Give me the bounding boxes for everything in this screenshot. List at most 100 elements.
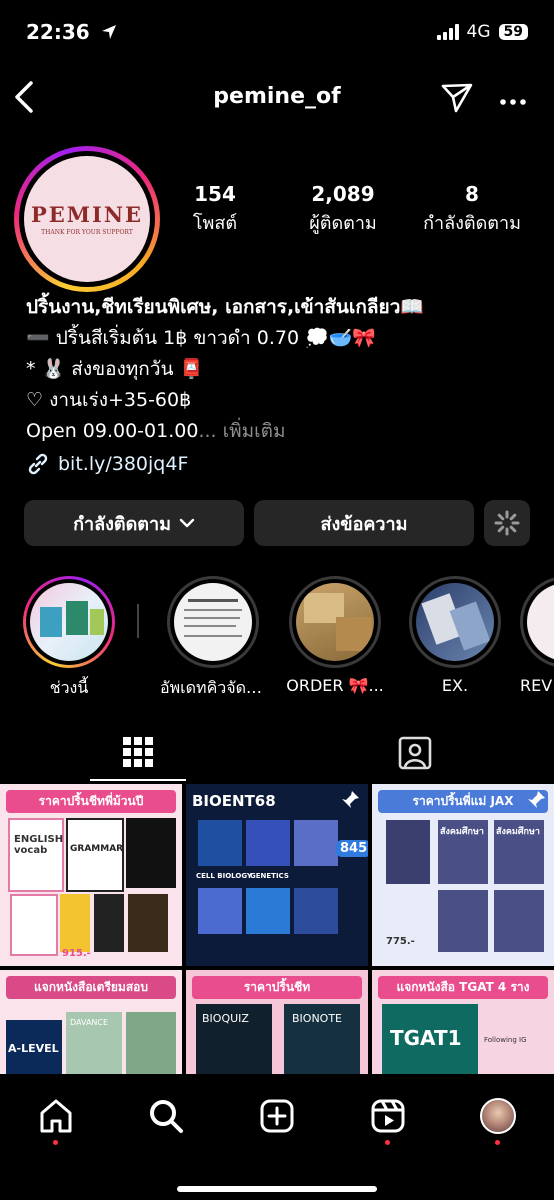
highlight-divider (137, 604, 139, 638)
post-book-title: TGAT1 (390, 1026, 462, 1050)
post-book-title: ENGLISH vocab (14, 834, 64, 856)
signal-icon (436, 24, 459, 40)
location-arrow-icon (101, 25, 116, 39)
stat-followers-count: 2,089 (311, 182, 375, 206)
following-button-label: กำลังติดตาม (73, 513, 171, 535)
post-headline: ราคาปริ้นชีทพี่ม้วนปี (6, 790, 176, 813)
post-headline: ราคาปริ้นชีท (192, 976, 362, 999)
post-book-title: GRAMMAR (70, 844, 124, 854)
highlight-item[interactable]: ORDER 🎀... (282, 576, 388, 695)
post-headline: แจกหนังสือ TGAT 4 ราง (378, 976, 548, 999)
post-book-title: สังคมศึกษา (440, 827, 484, 837)
nav-reels[interactable] (366, 1094, 410, 1138)
plus-square-icon (260, 1099, 294, 1133)
battery-icon: 59 (498, 24, 528, 40)
bio-line: ➖ ปริ้นสีเริ่มต้น 1฿ ขาวดำ 0.70 💭🥣🎀 (26, 327, 377, 349)
tab-posts-grid[interactable] (122, 736, 154, 772)
highlight-cover (174, 583, 252, 661)
post-price: 775.- (386, 936, 415, 947)
more-dots-icon (500, 99, 526, 105)
post-tile[interactable]: แจกหนังสือเตรียมสอบ A-LEVEL DAVANCE (0, 970, 182, 1074)
avatar-logo: PEMINE THANK FOR YOUR SUPPORT (24, 156, 150, 282)
post-book-title: DAVANCE (70, 1018, 109, 1027)
stat-following-label: กำลังติดตาม (423, 213, 521, 234)
stat-posts[interactable]: 154 โพสต์ (170, 182, 260, 237)
stat-posts-label: โพสต์ (192, 213, 238, 234)
post-tile[interactable]: ราคาปริ้นพี่แม่ JAX สังคมศึกษา สังคมศึกษ… (372, 784, 554, 966)
post-headline: แจกหนังสือเตรียมสอบ (6, 976, 176, 999)
avatar-logo-word: PEMINE (30, 202, 144, 227)
highlight-item[interactable]: REV (520, 576, 554, 695)
profile-link-text: bit.ly/380jq4F (58, 453, 189, 475)
post-caption: Following IG (484, 1036, 527, 1044)
home-icon (40, 1099, 72, 1133)
post-tile[interactable]: แจกหนังสือ TGAT 4 ราง TGAT1 Following IG (372, 970, 554, 1074)
spinner-icon (494, 510, 520, 536)
post-tile[interactable]: BIOENT68 CELL BIOLOGY GENETICS 845 (186, 784, 368, 966)
post-tile[interactable]: ราคาปริ้นชีทพี่ม้วนปี ENGLISH vocab GRAM… (0, 784, 182, 966)
home-indicator (177, 1186, 377, 1192)
home-notification-dot (53, 1140, 58, 1145)
chevron-down-icon (179, 518, 195, 528)
status-indicators: 4G 59 (436, 22, 528, 42)
post-book-title: GENETICS (250, 872, 289, 880)
post-book-title: BIOQUIZ (202, 1012, 249, 1025)
stat-following[interactable]: 8 กำลังติดตาม (408, 182, 536, 237)
avatar-logo-subtitle: THANK FOR YOUR SUPPORT (41, 229, 133, 236)
bio-line: ♡ งานเร่ง+35-60฿ (26, 389, 192, 411)
highlight-cover (296, 583, 374, 661)
nav-create[interactable] (255, 1094, 299, 1138)
highlight-cover (416, 583, 494, 661)
post-headline: ราคาปริ้นพี่แม่ JAX (378, 790, 548, 813)
tagged-person-icon (398, 736, 432, 770)
stat-following-count: 8 (465, 182, 479, 206)
highlight-label: EX. (441, 676, 469, 695)
post-price: 915.- (62, 948, 91, 959)
pin-icon (528, 791, 545, 808)
stat-followers-label: ผู้ติดตาม (309, 213, 377, 234)
pin-icon (342, 791, 359, 808)
bio-line: ปริ้นงาน,ชีทเรียนพิเศษ, เอกสาร,เข้าสันเก… (26, 296, 425, 318)
post-tile[interactable]: ราคาปริ้นชีท BIOQUIZ BIONOTE (186, 970, 368, 1074)
loading-spinner-button[interactable] (484, 500, 530, 546)
nav-profile[interactable] (476, 1094, 520, 1138)
bottom-navigation (0, 1074, 554, 1200)
profile-link[interactable]: bit.ly/380jq4F (26, 452, 188, 476)
post-price: 845 (336, 840, 368, 857)
profile-notification-dot (495, 1140, 500, 1145)
following-button[interactable]: กำลังติดตาม (24, 500, 244, 546)
bio-more-link[interactable]: ... เพิ่มเติม (198, 420, 285, 442)
reels-icon (371, 1099, 405, 1133)
grid-icon (123, 737, 153, 767)
stat-posts-count: 154 (194, 182, 236, 206)
nav-search[interactable] (144, 1094, 188, 1138)
profile-avatar[interactable]: PEMINE THANK FOR YOUR SUPPORT (14, 146, 160, 292)
highlight-label: ช่วงนี้ (49, 678, 89, 697)
profile-bio: ปริ้นงาน,ชีทเรียนพิเศษ, เอกสาร,เข้าสันเก… (26, 292, 424, 447)
send-icon (441, 83, 473, 113)
more-options-button[interactable] (498, 92, 528, 111)
stat-followers[interactable]: 2,089 ผู้ติดตาม (283, 182, 403, 237)
highlight-label: อัพเดทคิวจัดส่... (160, 678, 266, 697)
highlight-item[interactable]: ช่วงนี้ (16, 576, 122, 701)
tab-tagged[interactable] (398, 736, 432, 774)
post-book-title: สังคมศึกษา (496, 827, 540, 837)
share-button[interactable] (440, 80, 474, 118)
clock-text: 22:36 (26, 20, 90, 44)
post-book-title: CELL BIOLOGY (196, 872, 252, 880)
reels-notification-dot (385, 1140, 390, 1145)
link-icon (28, 453, 48, 475)
active-tab-indicator (90, 779, 186, 781)
bio-line: Open 09.00-01.00 (26, 420, 199, 442)
highlight-item[interactable]: EX. (402, 576, 508, 695)
highlight-label: ORDER 🎀... (286, 676, 384, 695)
bio-line: * 🐰 ส่งของทุกวัน 📮 (26, 358, 204, 380)
highlight-item[interactable]: อัพเดทคิวจัดส่... (160, 576, 266, 701)
message-button[interactable]: ส่งข้อความ (254, 500, 474, 546)
network-label: 4G (466, 22, 491, 42)
highlight-cover (30, 583, 108, 661)
profile-avatar-small (480, 1098, 516, 1134)
post-book-title: BIONOTE (292, 1012, 343, 1025)
nav-home[interactable] (34, 1094, 78, 1138)
search-icon (150, 1100, 183, 1133)
